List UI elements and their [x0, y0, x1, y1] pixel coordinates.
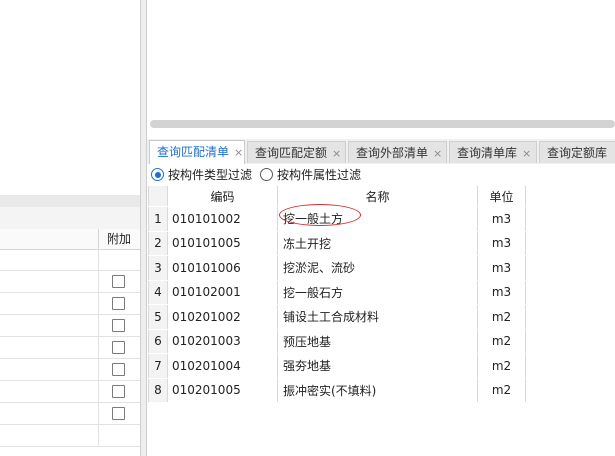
right-top-horizontal-scrollbar[interactable] [150, 120, 615, 128]
unit-cell: m2 [478, 305, 526, 329]
row-number: 3 [148, 256, 168, 280]
row-number: 4 [148, 280, 168, 304]
name-cell: 振冲密实(不填料) [278, 378, 478, 402]
tab-label: 查询定额库 [547, 146, 608, 160]
row-number: 8 [148, 378, 168, 402]
left-column-divider [98, 403, 99, 424]
name-cell: 挖淤泥、流砂 [278, 256, 478, 280]
left-column-divider [98, 249, 99, 270]
code-cell: 010201003 [168, 329, 278, 353]
left-pane: 附加 [0, 0, 140, 456]
name-cell: 铺设土工合成材料 [278, 305, 478, 329]
code-cell: 010201005 [168, 378, 278, 402]
unit-cell: m2 [478, 378, 526, 402]
left-table-row[interactable] [0, 249, 140, 271]
tab-4[interactable]: 查询清单库 × [449, 141, 537, 163]
right-top-panel [147, 0, 615, 133]
left-table-row[interactable] [0, 425, 140, 447]
close-icon[interactable]: × [332, 147, 341, 160]
tab-3[interactable]: 查询外部清单 × [348, 141, 447, 163]
annotation-ellipse [279, 204, 361, 226]
attach-checkbox[interactable] [112, 385, 125, 398]
name-cell: 强夯地基 [278, 354, 478, 378]
unit-cell: m3 [478, 207, 526, 231]
filter-bar: 按构件类型过滤 按构件属性过滤 [147, 164, 615, 185]
attach-checkbox[interactable] [112, 275, 125, 288]
left-table-row[interactable] [0, 315, 140, 337]
left-table-row[interactable] [0, 293, 140, 315]
attach-checkbox[interactable] [112, 407, 125, 420]
attach-checkbox[interactable] [112, 297, 125, 310]
code-cell: 010102001 [168, 280, 278, 304]
tab-label: 查询清单库 [457, 146, 518, 160]
left-column-divider [98, 271, 99, 292]
code-cell: 010201004 [168, 354, 278, 378]
name-cell: 挖一般石方 [278, 280, 478, 304]
left-table-header: 附加 [0, 229, 140, 250]
left-column-divider [98, 293, 99, 314]
left-column-divider [98, 337, 99, 358]
tab-label: 查询外部清单 [356, 146, 429, 160]
unit-column-header[interactable]: 单位 [478, 186, 526, 206]
radio-filter-type[interactable] [151, 168, 164, 181]
left-table-row[interactable] [0, 359, 140, 381]
row-number: 2 [148, 231, 168, 255]
left-column-divider [98, 359, 99, 380]
unit-cell: m3 [478, 256, 526, 280]
filter-by-type-option[interactable]: 按构件类型过滤 [151, 167, 252, 183]
left-column-divider [98, 425, 99, 446]
left-toolbar-band [0, 207, 140, 230]
left-table-row[interactable] [0, 271, 140, 293]
radio-filter-attr[interactable] [260, 168, 273, 181]
name-cell: 冻土开挖 [278, 231, 478, 255]
row-number: 5 [148, 305, 168, 329]
row-number: 1 [148, 207, 168, 231]
left-table-row[interactable] [0, 381, 140, 403]
left-table-row[interactable] [0, 403, 140, 425]
left-column-divider [98, 381, 99, 402]
left-column-divider [98, 315, 99, 336]
row-number-header [148, 186, 168, 206]
code-cell: 010101006 [168, 256, 278, 280]
name-column-header[interactable]: 名称 [278, 186, 478, 206]
close-icon[interactable]: × [522, 147, 531, 160]
filter-by-type-label: 按构件类型过滤 [168, 168, 253, 182]
filter-by-attr-label: 按构件属性过滤 [277, 168, 362, 182]
filter-by-attr-option[interactable]: 按构件属性过滤 [260, 167, 361, 183]
left-table-body [0, 249, 140, 447]
attach-checkbox[interactable] [112, 363, 125, 376]
row-number: 6 [148, 329, 168, 353]
code-cell: 010201002 [168, 305, 278, 329]
code-column-header[interactable]: 编码 [168, 186, 278, 206]
tab-label: 查询匹配定额 [255, 146, 328, 160]
attach-column-header: 附加 [106, 232, 131, 246]
unit-cell: m3 [478, 231, 526, 255]
code-cell: 010101002 [168, 207, 278, 231]
row-number: 7 [148, 354, 168, 378]
unit-cell: m2 [478, 329, 526, 353]
unit-cell: m2 [478, 354, 526, 378]
tab-1[interactable]: 查询匹配清单 × [149, 140, 245, 164]
close-icon[interactable]: × [234, 146, 243, 159]
tab-2[interactable]: 查询匹配定额 × [247, 141, 346, 163]
tab-label: 查询匹配清单 [157, 145, 230, 159]
pane-splitter[interactable] [140, 0, 147, 456]
query-tab-bar: 查询匹配清单 × 查询匹配定额 × 查询外部清单 × 查询清单库 × 查询定额库 [147, 139, 615, 165]
code-cell: 010101005 [168, 231, 278, 255]
unit-cell: m3 [478, 280, 526, 304]
left-table-row[interactable] [0, 337, 140, 359]
tab-5[interactable]: 查询定额库 [539, 141, 615, 163]
attach-checkbox[interactable] [112, 319, 125, 332]
left-horizontal-scrollbar[interactable] [0, 195, 140, 207]
name-cell: 预压地基 [278, 329, 478, 353]
attach-checkbox[interactable] [112, 341, 125, 354]
close-icon[interactable]: × [433, 147, 442, 160]
